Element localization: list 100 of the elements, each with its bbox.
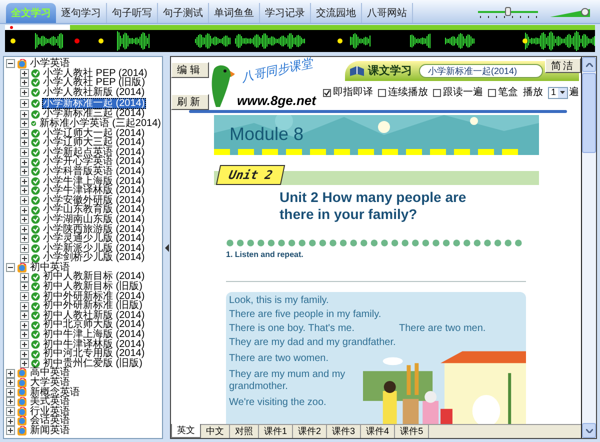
collapse-toggle[interactable]: [6, 263, 15, 272]
toolbar-tab[interactable]: 逐句学习: [56, 3, 107, 23]
expand-toggle[interactable]: [20, 244, 29, 253]
tree-item[interactable]: 初中牛津译林版 (2014): [42, 340, 146, 350]
scroll-down-button[interactable]: [582, 423, 596, 438]
tree-item[interactable]: 高中英语: [29, 368, 71, 378]
expand-toggle[interactable]: [20, 78, 29, 88]
expand-toggle[interactable]: [20, 292, 29, 301]
toolbar-tab[interactable]: 句子听写: [107, 3, 158, 23]
tree-item[interactable]: 会话英语: [29, 416, 71, 426]
expand-toggle[interactable]: [20, 110, 29, 119]
tree-item[interactable]: 小学科普版英语 (2014): [42, 166, 146, 177]
bottom-tab[interactable]: 英文: [171, 424, 201, 438]
toolbar-tab[interactable]: 学习记录: [260, 3, 311, 23]
scroll-thumb[interactable]: [582, 73, 596, 153]
tree-item[interactable]: 小学新起点英语 (2014): [42, 148, 146, 158]
tree-item[interactable]: 小学牛津译林版 (2014): [42, 186, 146, 196]
expand-toggle[interactable]: [20, 311, 29, 320]
tree-item[interactable]: 小学人教社新版 (2014): [42, 88, 146, 98]
tree-item[interactable]: 初中英语: [29, 262, 71, 272]
side-button[interactable]: 刷新: [171, 94, 209, 110]
slider-thumb[interactable]: [581, 8, 590, 16]
tree-item[interactable]: 初中外研新标准 (旧版): [42, 301, 144, 311]
tree-item[interactable]: 小学英语: [29, 59, 71, 69]
slider-thumb[interactable]: [505, 7, 511, 16]
tree-item[interactable]: 小学山东教育版 (2014): [42, 205, 146, 215]
expand-toggle[interactable]: [20, 176, 29, 186]
tree-item[interactable]: 小学开心学英语 (2014): [42, 157, 146, 167]
volume-slider[interactable]: [550, 7, 590, 19]
expand-toggle[interactable]: [20, 98, 29, 108]
toolbar-tab[interactable]: 单词鱼鱼: [209, 3, 260, 23]
option-checkbox[interactable]: 连续播放: [378, 85, 428, 100]
tree-item[interactable]: 小学陕西旅游版 (2014): [42, 224, 146, 234]
book-field[interactable]: 小学新标准一起(2014): [419, 64, 543, 78]
tree-item[interactable]: 小学牛津上海版 (2014): [42, 176, 146, 186]
tree-item[interactable]: 美式英语: [29, 397, 71, 407]
tree-item[interactable]: 新闻英语: [29, 426, 71, 436]
expand-toggle[interactable]: [20, 88, 29, 98]
expand-toggle[interactable]: [6, 416, 15, 426]
tree-item[interactable]: 新概念英语: [29, 388, 81, 398]
tree-item[interactable]: 初中河北专用版 (2014): [42, 349, 146, 359]
expand-toggle[interactable]: [20, 138, 29, 148]
expand-toggle[interactable]: [20, 215, 29, 224]
tree-item[interactable]: 初中牛津上海版 (2014): [42, 330, 146, 340]
expand-toggle[interactable]: [20, 128, 29, 138]
scrollbar[interactable]: [581, 57, 596, 438]
expand-toggle[interactable]: [20, 148, 29, 158]
expand-toggle[interactable]: [6, 397, 15, 406]
repeat-select[interactable]: 1: [548, 86, 568, 98]
tree-item[interactable]: 初中外研新标准 (2014): [42, 292, 146, 302]
tree-item[interactable]: 新标准小学英语 (三起2014): [38, 118, 162, 129]
expand-toggle[interactable]: [6, 388, 15, 397]
expand-toggle[interactable]: [20, 196, 29, 206]
expand-toggle[interactable]: [20, 359, 29, 368]
side-button[interactable]: 编辑: [171, 62, 209, 78]
expand-toggle[interactable]: [20, 119, 29, 128]
tree-item[interactable]: 行业英语: [29, 406, 71, 416]
option-checkbox[interactable]: 即指即译: [322, 85, 373, 100]
expand-toggle[interactable]: [20, 272, 29, 282]
splitter-arrow-icon[interactable]: [164, 244, 168, 252]
tree-item[interactable]: 大学英语: [29, 378, 71, 388]
expand-toggle[interactable]: [20, 158, 29, 167]
expand-toggle[interactable]: [20, 167, 29, 176]
tree-item[interactable]: 小学辽师大一起 (2014): [42, 128, 146, 138]
expand-toggle[interactable]: [20, 254, 29, 263]
expand-toggle[interactable]: [20, 224, 29, 234]
expand-toggle[interactable]: [20, 350, 29, 359]
expand-toggle[interactable]: [20, 68, 29, 78]
option-checkbox[interactable]: 跟读一遍: [432, 85, 483, 100]
toolbar-tab[interactable]: 句子测试: [158, 3, 209, 23]
expand-toggle[interactable]: [20, 234, 29, 244]
expand-toggle[interactable]: [20, 340, 29, 349]
expand-toggle[interactable]: [20, 320, 29, 330]
option-checkbox[interactable]: 笔盒: [488, 85, 518, 100]
expand-toggle[interactable]: [6, 407, 15, 416]
tree-item[interactable]: 初中人教新目标 (旧版): [42, 282, 144, 292]
tree-item[interactable]: 小学剑桥少儿版 (2014): [42, 253, 146, 263]
tree-item[interactable]: 小学新派少儿版 (2014): [42, 244, 146, 254]
mode-button[interactable]: 简洁: [545, 58, 581, 73]
tree-item[interactable]: 小学人教社 PEP (旧版): [42, 78, 146, 88]
scroll-up-button[interactable]: [582, 57, 596, 72]
tree-item[interactable]: 小学灵通少儿版 (2014): [42, 234, 146, 244]
expand-toggle[interactable]: [20, 282, 29, 292]
tree-item[interactable]: 小学湖南山东版 (2014): [42, 214, 146, 224]
playhead-icon[interactable]: [10, 26, 13, 29]
expand-toggle[interactable]: [20, 330, 29, 340]
toolbar-tab[interactable]: 八哥网站: [362, 3, 413, 23]
tree-item[interactable]: 小学安徽外研版 (2014): [42, 196, 146, 206]
expand-toggle[interactable]: [20, 186, 29, 196]
tree-item[interactable]: 小学辽师大三起 (2014): [42, 138, 146, 148]
expand-toggle[interactable]: [6, 426, 15, 436]
expand-toggle[interactable]: [6, 368, 15, 378]
toolbar-tab[interactable]: 交流园地: [311, 3, 362, 23]
tree-item[interactable]: 初中人教社新版 (2014): [42, 310, 146, 320]
expand-toggle[interactable]: [6, 378, 15, 388]
expand-toggle[interactable]: [20, 206, 29, 215]
speed-slider[interactable]: [478, 7, 538, 19]
tree-item[interactable]: 小学人教社 PEP (2014): [42, 68, 148, 78]
collapse-toggle[interactable]: [6, 59, 15, 68]
expand-toggle[interactable]: [20, 302, 29, 311]
